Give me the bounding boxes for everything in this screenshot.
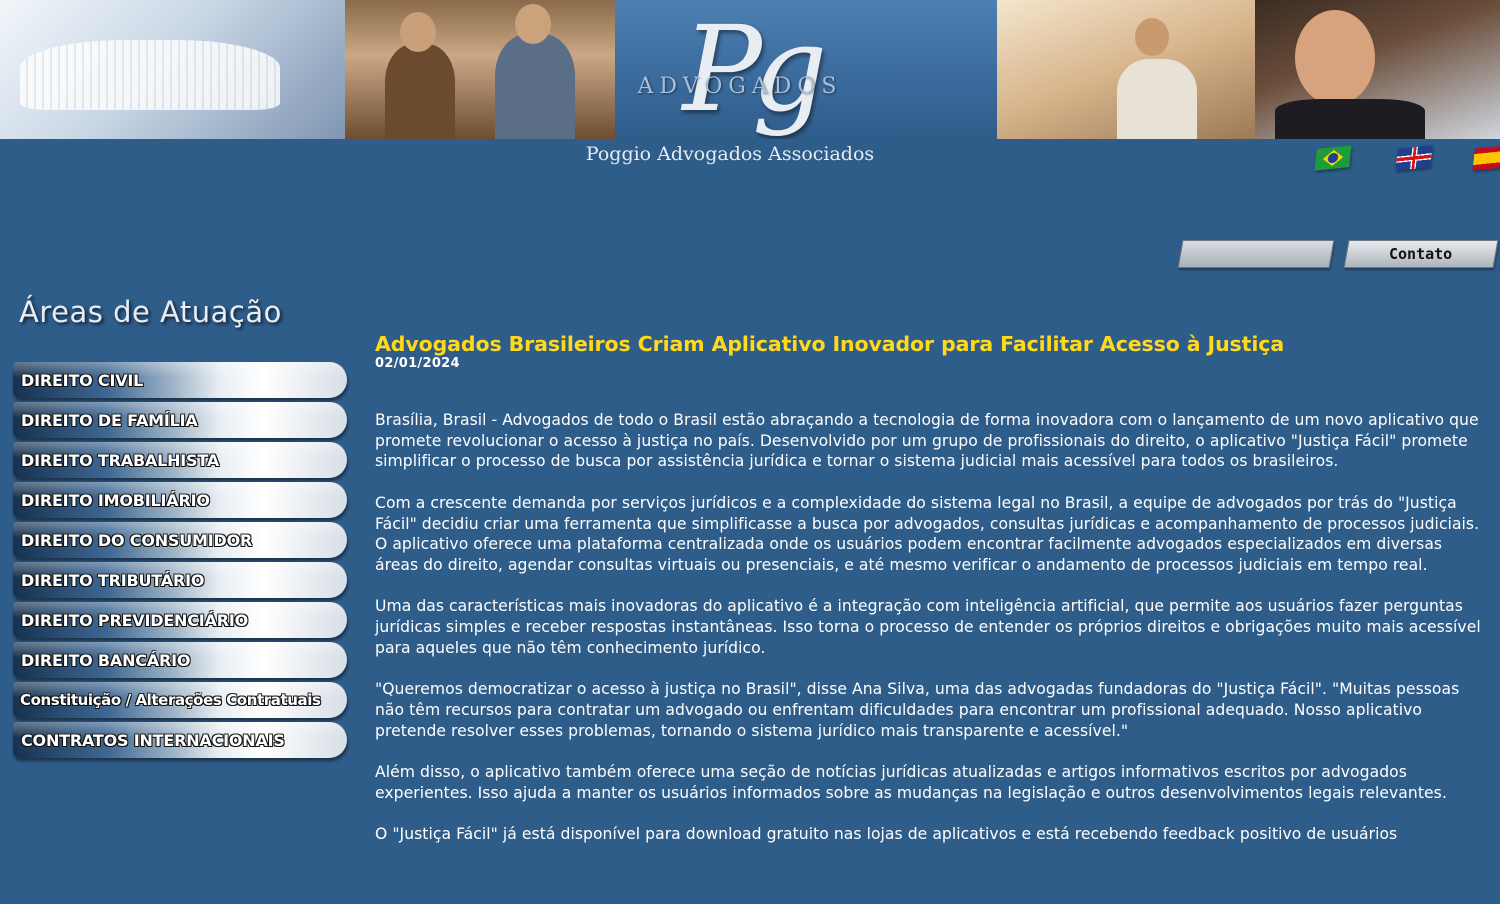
article-date: 02/01/2024 — [375, 356, 460, 371]
logo-monogram: Pg — [682, 0, 828, 138]
search-input[interactable] — [1177, 240, 1335, 268]
person-figure — [495, 34, 575, 139]
sidebar-item-constituicao[interactable]: Constituição / Alterações Contratuais — [13, 682, 347, 718]
person-head — [515, 4, 551, 44]
sidebar-item-label: DIREITO DE FAMÍLIA — [21, 411, 198, 430]
person-head — [1135, 18, 1169, 56]
sidebar-item-label: DIREITO BANCÁRIO — [21, 651, 191, 670]
sidebar-item-label: CONTRATOS INTERNACIONAIS — [21, 731, 285, 750]
article-paragraph: "Queremos democratizar o acesso à justiç… — [375, 680, 1460, 740]
brazil-flag-icon[interactable] — [1314, 145, 1352, 171]
news-article: Advogados Brasileiros Criam Aplicativo I… — [375, 330, 1490, 865]
banner-photo-handshake — [1255, 0, 1500, 139]
article-title: Advogados Brasileiros Criam Aplicativo I… — [375, 332, 1285, 356]
sidebar-item-contratos-internacionais[interactable]: CONTRATOS INTERNACIONAIS — [13, 722, 347, 758]
article-paragraph: Além disso, o aplicativo também oferece … — [375, 762, 1447, 802]
person-figure — [1275, 99, 1425, 139]
sidebar-item-direito-tributario[interactable]: DIREITO TRIBUTÁRIO — [13, 562, 347, 598]
sidebar-item-direito-trabalhista[interactable]: DIREITO TRABALHISTA — [13, 442, 347, 478]
woman-face — [1295, 10, 1375, 105]
article-paragraph: O "Justiça Fácil" já está disponível par… — [375, 824, 1398, 843]
sidebar-item-label: DIREITO DO CONSUMIDOR — [21, 531, 253, 550]
banner-photo-books — [0, 0, 345, 139]
person-head — [400, 12, 436, 52]
person-figure — [1117, 59, 1197, 139]
contact-button[interactable]: Contato — [1343, 240, 1499, 268]
contact-label: Contato — [1389, 245, 1453, 263]
sidebar-item-direito-bancario[interactable]: DIREITO BANCÁRIO — [13, 642, 347, 678]
sidebar-item-label: Constituição / Alterações Contratuais — [20, 691, 321, 709]
sidebar-item-direito-previdenciario[interactable]: DIREITO PREVIDENCIÁRIO — [13, 602, 347, 638]
practice-areas-menu: DIREITO CIVIL DIREITO DE FAMÍLIA DIREITO… — [13, 362, 347, 762]
article-paragraph: Brasília, Brasil - Advogados de todo o B… — [375, 411, 1479, 471]
banner-photo-office — [997, 0, 1255, 139]
banner-photo-meeting — [345, 0, 615, 139]
article-paragraph: Uma das características mais inovadoras … — [375, 597, 1481, 657]
sidebar-item-label: DIREITO TRABALHISTA — [21, 451, 220, 470]
uk-flag-icon[interactable] — [1395, 145, 1433, 171]
header-banner: Pg ADVOGADOS — [0, 0, 1500, 139]
sidebar-item-label: DIREITO IMOBILIÁRIO — [21, 491, 210, 510]
sidebar-item-direito-consumidor[interactable]: DIREITO DO CONSUMIDOR — [13, 522, 347, 558]
sidebar-item-direito-imobiliario[interactable]: DIREITO IMOBILIÁRIO — [13, 482, 347, 518]
sidebar-item-direito-familia[interactable]: DIREITO DE FAMÍLIA — [13, 402, 347, 438]
article-paragraph: Com a crescente demanda por serviços jur… — [375, 493, 1480, 574]
article-body: Brasília, Brasil - Advogados de todo o B… — [375, 410, 1490, 845]
logo-word: ADVOGADOS — [637, 74, 843, 99]
sidebar-item-label: DIREITO PREVIDENCIÁRIO — [21, 611, 248, 630]
sidebar-item-label: DIREITO CIVIL — [21, 371, 144, 390]
sidebar-title: Áreas de Atuação — [19, 295, 282, 329]
firm-name: Poggio Advogados Associados — [585, 143, 875, 165]
sidebar-item-direito-civil[interactable]: DIREITO CIVIL — [13, 362, 347, 398]
spain-flag-icon[interactable] — [1472, 145, 1500, 171]
sidebar-item-label: DIREITO TRIBUTÁRIO — [21, 571, 205, 590]
open-book-image — [20, 40, 280, 110]
person-figure — [385, 44, 455, 139]
